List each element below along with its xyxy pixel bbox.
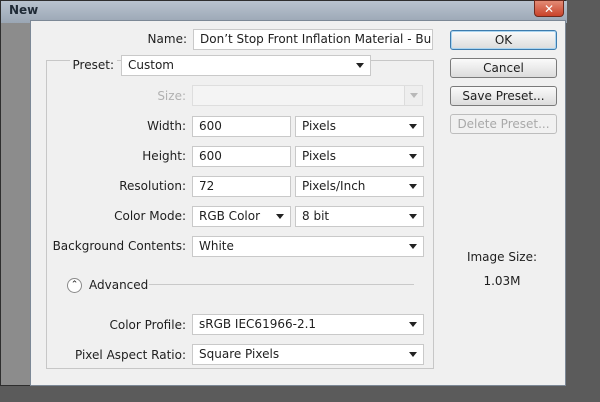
height-unit-value: Pixels [302,149,337,163]
width-input[interactable]: 600 [192,116,291,137]
new-document-window: New ✕ Name: Don’t Stop Front Inflation M… [0,0,567,386]
name-label: Name: [147,32,187,46]
chevron-up-icon: ⌃ [70,280,79,290]
color-mode-value: RGB Color [199,209,261,223]
close-button[interactable]: ✕ [534,0,564,17]
advanced-toggle-button[interactable]: ⌃ [67,278,82,293]
save-preset-button[interactable]: Save Preset... [450,86,557,106]
width-label: Width: [147,119,186,133]
resolution-unit-select[interactable]: Pixels/Inch [295,176,424,197]
ok-button[interactable]: OK [450,30,557,50]
color-profile-value: sRGB IEC61966-2.1 [199,317,317,331]
chevron-down-icon [276,214,284,219]
image-size-value: 1.03M [483,274,521,288]
resolution-input[interactable]: 72 [192,176,291,197]
background-select[interactable]: White [192,236,424,257]
color-mode-label: Color Mode: [114,209,186,223]
chevron-down-icon [409,154,417,159]
delete-preset-button: Delete Preset... [450,114,557,134]
resolution-unit-value: Pixels/Inch [302,179,366,193]
chevron-down-icon [409,352,417,357]
preset-select[interactable]: Custom [121,55,371,76]
size-label: Size: [157,89,186,103]
color-profile-select[interactable]: sRGB IEC61966-2.1 [192,314,424,335]
pixel-aspect-select[interactable]: Square Pixels [192,344,424,365]
color-mode-select[interactable]: RGB Color [192,206,291,227]
chevron-down-icon [409,124,417,129]
pixel-aspect-label: Pixel Aspect Ratio: [75,348,186,362]
height-label: Height: [142,149,186,163]
chevron-down-icon [410,93,418,98]
width-unit-value: Pixels [302,119,337,133]
bit-depth-select[interactable]: 8 bit [295,206,424,227]
height-input[interactable]: 600 [192,146,291,167]
size-select [192,85,423,106]
name-input[interactable]: Don’t Stop Front Inflation Material - Bu… [193,29,433,50]
chevron-down-icon [409,214,417,219]
advanced-divider [149,284,414,285]
bit-depth-value: 8 bit [302,209,330,223]
height-unit-select[interactable]: Pixels [295,146,424,167]
advanced-label: Advanced [89,278,149,292]
chevron-down-icon [409,322,417,327]
preset-label: Preset: [69,58,117,72]
background-value: White [199,239,234,253]
dialog-body: Name: Don’t Stop Front Inflation Materia… [30,20,566,386]
window-title: New [9,3,39,17]
chevron-down-icon [409,244,417,249]
color-profile-label: Color Profile: [109,318,187,332]
chevron-down-icon [356,63,364,68]
image-size-label: Image Size: [466,250,538,264]
preset-value: Custom [128,58,174,72]
cancel-button[interactable]: Cancel [450,58,557,78]
width-unit-select[interactable]: Pixels [295,116,424,137]
close-icon: ✕ [543,2,555,16]
pixel-aspect-value: Square Pixels [199,347,280,361]
background-label: Background Contents: [52,239,186,253]
chevron-down-icon [409,184,417,189]
resolution-label: Resolution: [119,179,186,193]
